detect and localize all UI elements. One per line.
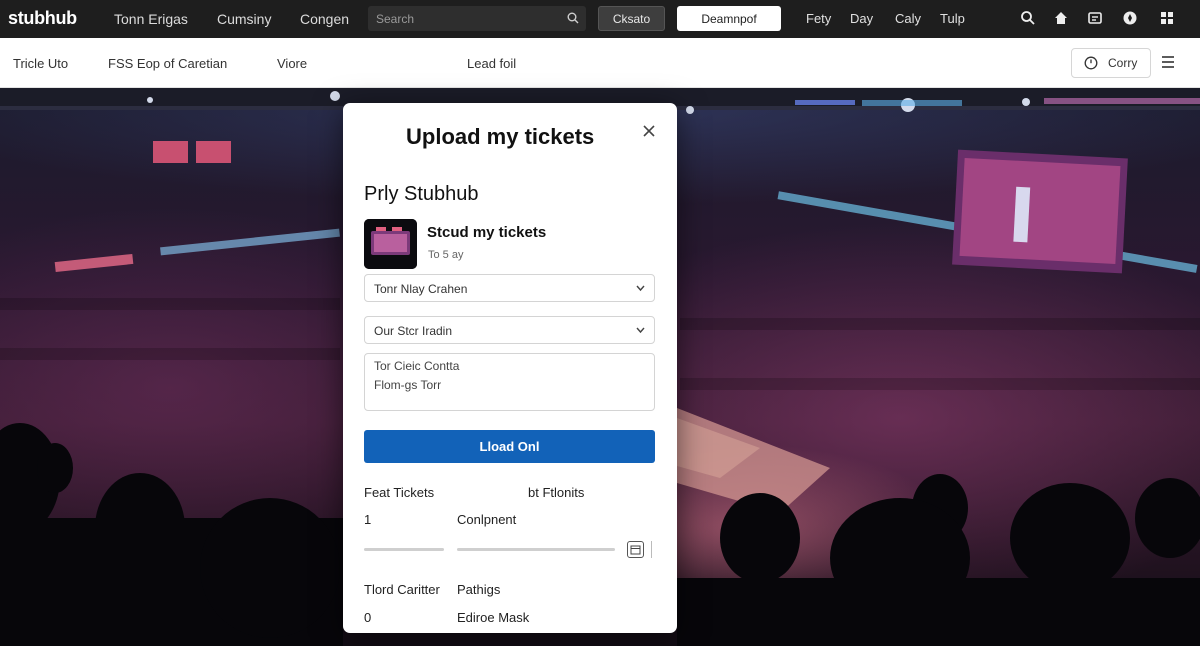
stubhub-logo[interactable]: stubhub (8, 8, 77, 29)
subnav-button[interactable]: Corry (1071, 48, 1151, 78)
subnav-button-label: Corry (1108, 56, 1138, 70)
inbox-icon[interactable] (1087, 10, 1103, 26)
right-link-3[interactable]: Caly (895, 11, 921, 26)
search-bar (368, 6, 586, 31)
divider (651, 541, 652, 558)
upload-tickets-modal: Upload my tickets Prly Stubhub Stcud my … (343, 103, 677, 633)
ticket-meta: To 5 ay (428, 249, 464, 261)
right-link-4[interactable]: Tulp (940, 11, 965, 26)
subnav-link-4[interactable]: Lead foil (467, 56, 516, 71)
calendar-icon[interactable] (627, 541, 644, 558)
sub-navigation: Tricle Uto FSS Eop of Caretian Viore Lea… (0, 38, 1200, 88)
ticket-name: Stcud my tickets (427, 224, 547, 241)
top-navigation: stubhub Tonn Erigas Cumsiny Congen Cksat… (0, 0, 1200, 38)
nav-link-2[interactable]: Cumsiny (217, 11, 271, 27)
chevron-down-icon (636, 327, 645, 334)
tlord-caritter-label: Tlord Caritter (364, 582, 440, 597)
menu-icon[interactable] (1160, 55, 1176, 69)
section-select[interactable]: Our Stcr Iradin (364, 316, 655, 344)
nav-link-3[interactable]: Congen (300, 11, 349, 27)
modal-title: Upload my tickets (406, 124, 595, 149)
modal-subtitle: Prly Stubhub (364, 183, 479, 205)
dark-action-button[interactable]: Cksato (598, 6, 665, 31)
event-select[interactable]: Tonr Nlay Crahen (364, 274, 655, 302)
search-icon[interactable] (1020, 10, 1036, 26)
zero-value[interactable]: 0 (364, 610, 371, 625)
quantity-value[interactable]: 1 (364, 512, 371, 527)
compass-icon[interactable] (1122, 10, 1138, 26)
notes-line-2: Flom-gs Torr (374, 378, 442, 392)
notes-textarea[interactable]: Tor Cieic Contta Flom-gs Torr (364, 353, 655, 411)
pathigs-label: Pathigs (457, 582, 501, 597)
nav-link-1[interactable]: Tonn Erigas (114, 11, 188, 27)
light-action-button[interactable]: Deamnpof (677, 6, 781, 31)
ediroe-mask-label: Ediroe Mask (457, 610, 530, 625)
ftlonits-label: bt Ftlonits (528, 485, 585, 500)
chevron-down-icon (636, 285, 645, 292)
quantity-slider-track[interactable] (364, 548, 444, 551)
home-icon[interactable] (1053, 10, 1069, 26)
close-icon[interactable] (641, 123, 657, 139)
right-link-1[interactable]: Fety (806, 11, 831, 26)
clock-icon (1084, 56, 1098, 70)
search-icon[interactable] (567, 12, 579, 24)
right-link-2[interactable]: Day (850, 11, 873, 26)
feat-tickets-label: Feat Tickets (364, 485, 435, 500)
upload-button[interactable]: Lload Onl (364, 430, 655, 463)
notes-line-1: Tor Cieic Contta (374, 359, 460, 373)
event-select-value: Tonr Nlay Crahen (374, 282, 468, 296)
section-select-value: Our Stcr Iradin (374, 324, 453, 338)
ticket-thumbnail (364, 219, 417, 269)
subnav-link-2[interactable]: FSS Eop of Caretian (108, 56, 227, 71)
component-slider-track[interactable] (457, 548, 615, 551)
subnav-link-1[interactable]: Tricle Uto (13, 56, 68, 71)
conlpnent-label: Conlpnent (457, 512, 517, 527)
search-input[interactable] (376, 9, 556, 28)
subnav-link-3[interactable]: Viore (277, 56, 307, 71)
grid-icon[interactable] (1159, 10, 1175, 26)
